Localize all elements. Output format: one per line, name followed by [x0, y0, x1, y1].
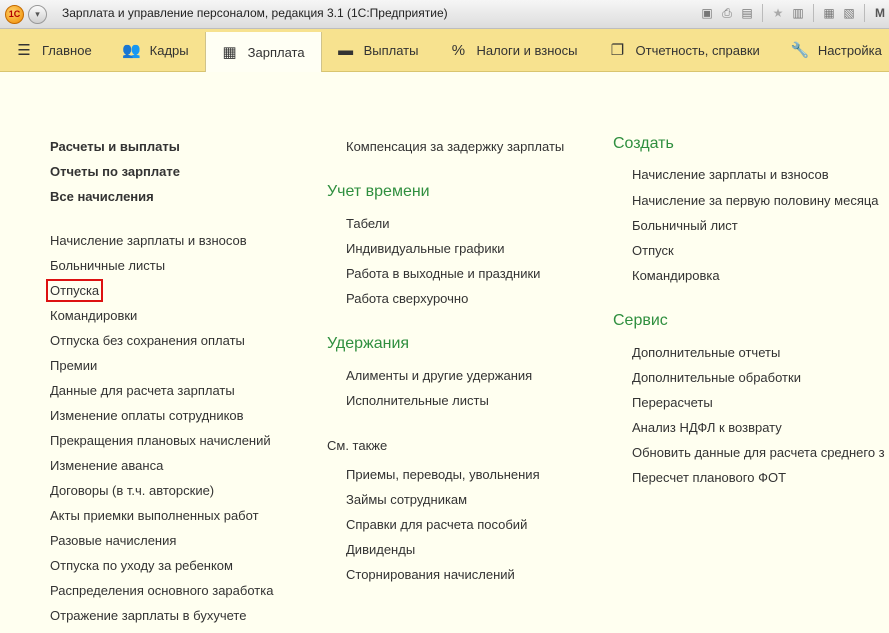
- create-item[interactable]: Командировка: [632, 268, 720, 283]
- preview-icon[interactable]: ▤: [738, 4, 756, 22]
- nav-item[interactable]: Изменение аванса: [50, 458, 163, 473]
- nav-item[interactable]: Работа сверхурочно: [346, 291, 468, 306]
- app-logo-icon[interactable]: 1С: [5, 5, 24, 24]
- section-label: Налоги и взносы: [476, 42, 578, 58]
- toolbar-divider: [864, 4, 865, 22]
- m-icon[interactable]: M: [871, 4, 889, 22]
- history-icon[interactable]: ▥: [789, 4, 807, 22]
- title-bar: 1С ▾ Зарплата и управление персоналом, р…: [0, 0, 889, 29]
- service-item[interactable]: Пересчет планового ФОТ: [632, 470, 786, 485]
- nav-item[interactable]: Начисление зарплаты и взносов: [50, 233, 247, 248]
- nav-item[interactable]: Распределения основного заработка: [50, 583, 273, 598]
- section-payments[interactable]: ▬ Выплаты: [322, 29, 435, 71]
- nav-item[interactable]: Работа в выходные и праздники: [346, 266, 540, 281]
- section-taxes[interactable]: % Налоги и взносы: [434, 29, 593, 71]
- nav-item[interactable]: Сторнирования начислений: [346, 567, 515, 582]
- nav-item[interactable]: Разовые начисления: [50, 533, 176, 548]
- people-icon: 👥: [122, 42, 142, 59]
- group-title-time: Учет времени: [327, 183, 430, 200]
- nav-item[interactable]: Премии: [50, 358, 97, 373]
- nav-item[interactable]: Приемы, переводы, увольнения: [346, 467, 540, 482]
- create-item[interactable]: Больничный лист: [632, 218, 738, 233]
- nav-item[interactable]: Займы сотрудникам: [346, 492, 467, 507]
- menu-icon: ☰: [17, 42, 31, 59]
- nav-item[interactable]: Отражение зарплаты в бухучете: [50, 608, 246, 623]
- nav-item-vacations-highlighted[interactable]: Отпуска: [45, 279, 104, 302]
- section-reports[interactable]: ❐ Отчетность, справки: [594, 29, 776, 71]
- service-item[interactable]: Анализ НДФЛ к возврату: [632, 420, 782, 435]
- section-salary[interactable]: ▦ Зарплата: [204, 32, 322, 72]
- service-item[interactable]: Дополнительные отчеты: [632, 345, 780, 360]
- nav-item[interactable]: Дивиденды: [346, 542, 415, 557]
- group-title-deductions: Удержания: [327, 335, 410, 352]
- wallet-icon: ▬: [338, 41, 354, 59]
- nav-item[interactable]: Договоры (в т.ч. авторские): [50, 483, 214, 498]
- nav-item[interactable]: Акты приемки выполненных работ: [50, 508, 259, 523]
- nav-item[interactable]: Табели: [346, 216, 390, 231]
- nav-item[interactable]: Изменение оплаты сотрудников: [50, 408, 244, 423]
- section-label: Выплаты: [363, 42, 419, 58]
- calendar-icon[interactable]: ▧: [840, 4, 858, 22]
- nav-item[interactable]: Больничные листы: [50, 258, 165, 273]
- service-item[interactable]: Обновить данные для расчета среднего з: [632, 445, 885, 460]
- main-menu-chevron-icon[interactable]: ▾: [28, 5, 47, 24]
- see-also-title: См. также: [327, 438, 388, 453]
- section-main[interactable]: ☰ Главное: [0, 29, 108, 71]
- nav-item[interactable]: Данные для расчета зарплаты: [50, 383, 235, 398]
- percent-icon: %: [451, 41, 466, 59]
- section-hr[interactable]: 👥 Кадры: [108, 29, 205, 71]
- create-item[interactable]: Начисление зарплаты и взносов: [632, 167, 829, 182]
- save-icon[interactable]: ▣: [698, 4, 716, 22]
- section-label: Отчетность, справки: [635, 42, 760, 58]
- window-title: Зарплата и управление персоналом, редакц…: [62, 6, 448, 20]
- section-label: Главное: [42, 42, 92, 58]
- link-salary-reports[interactable]: Отчеты по зарплате: [50, 164, 180, 179]
- group-title-create: Создать: [613, 135, 674, 152]
- section-settings[interactable]: 🔧 Настройка: [776, 29, 889, 71]
- toolbar-divider: [762, 4, 763, 22]
- toolbar-divider: [813, 4, 814, 22]
- documents-icon: ❐: [610, 42, 625, 59]
- favorites-icon[interactable]: ★: [769, 4, 787, 22]
- sections-panel: ☰ Главное 👥 Кадры ▦ Зарплата ▬ Выплаты %…: [0, 29, 889, 72]
- service-item[interactable]: Перерасчеты: [632, 395, 713, 410]
- section-label: Кадры: [149, 42, 189, 58]
- link-all-accruals[interactable]: Все начисления: [50, 189, 154, 204]
- nav-item[interactable]: Алименты и другие удержания: [346, 368, 532, 383]
- nav-item[interactable]: Справки для расчета пособий: [346, 517, 527, 532]
- create-item[interactable]: Отпуск: [632, 243, 674, 258]
- calculator-icon: ▦: [222, 44, 237, 61]
- nav-item[interactable]: Компенсация за задержку зарплаты: [346, 139, 564, 154]
- nav-item[interactable]: Отпуска без сохранения оплаты: [50, 333, 245, 348]
- calculator-icon[interactable]: ▦: [820, 4, 838, 22]
- nav-item[interactable]: Командировки: [50, 308, 137, 323]
- nav-item[interactable]: Отпуска по уходу за ребенком: [50, 558, 233, 573]
- nav-item[interactable]: Прекращения плановых начислений: [50, 433, 271, 448]
- wrench-icon: 🔧: [790, 42, 810, 59]
- group-title-service: Сервис: [613, 312, 668, 329]
- nav-item[interactable]: Исполнительные листы: [346, 393, 489, 408]
- link-calculations-payments[interactable]: Расчеты и выплаты: [50, 139, 180, 154]
- section-label: Настройка: [817, 42, 882, 58]
- section-label: Зарплата: [247, 44, 305, 60]
- create-item[interactable]: Начисление за первую половину месяца: [632, 193, 879, 208]
- nav-item[interactable]: Индивидуальные графики: [346, 241, 505, 256]
- title-toolbar: ▣ ⎙ ▤ ★ ▥ ▦ ▧ M: [698, 4, 889, 24]
- service-item[interactable]: Дополнительные обработки: [632, 370, 801, 385]
- print-icon[interactable]: ⎙: [718, 4, 736, 22]
